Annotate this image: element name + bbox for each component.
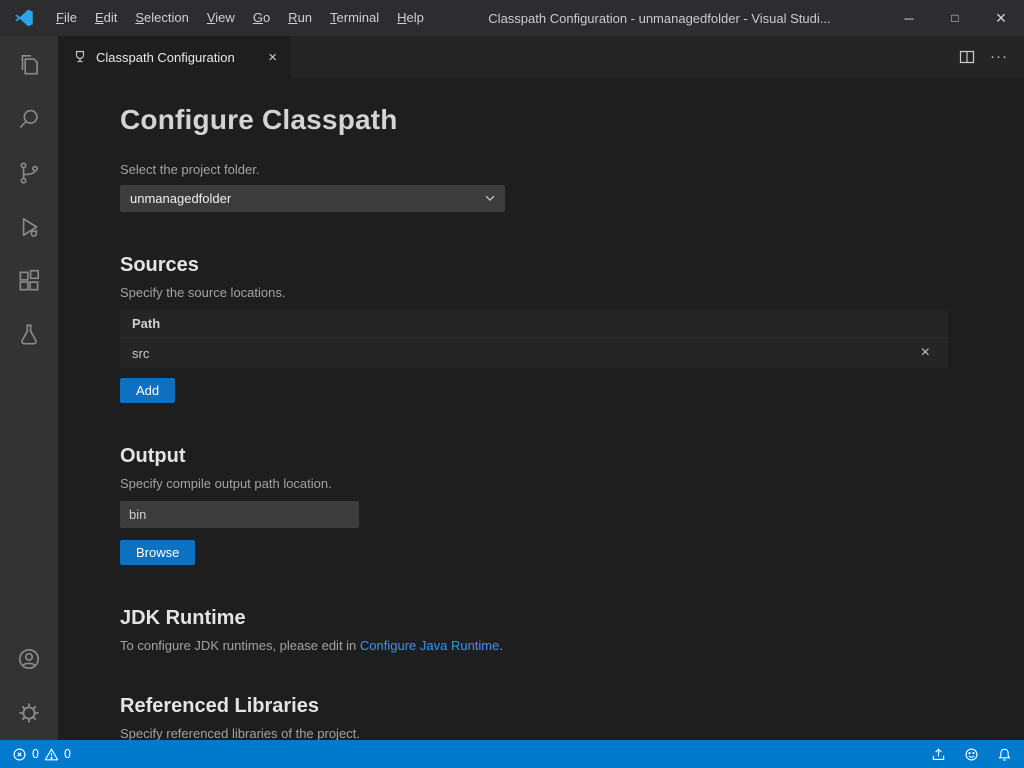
window-controls: ─ □ × <box>886 0 1024 36</box>
warnings-icon <box>44 747 59 762</box>
tab-label: Classpath Configuration <box>96 50 235 65</box>
menu-selection[interactable]: Selection <box>126 0 197 36</box>
maximize-button[interactable]: □ <box>932 0 978 36</box>
menu-help[interactable]: Help <box>388 0 433 36</box>
menu-run[interactable]: Run <box>279 0 321 36</box>
output-heading: Output <box>120 445 948 468</box>
extensions-icon[interactable] <box>0 254 58 308</box>
jdk-runtime-description: To configure JDK runtimes, please edit i… <box>120 638 948 653</box>
status-bar-right <box>931 747 1012 762</box>
source-path-value: src <box>132 346 149 361</box>
output-description: Specify compile output path location. <box>120 476 948 491</box>
source-control-icon[interactable] <box>0 146 58 200</box>
remove-source-icon[interactable]: × <box>915 344 936 362</box>
editor-area: Classpath Configuration × ··· Configure … <box>58 36 1024 740</box>
tab-close-icon[interactable]: × <box>264 49 281 66</box>
sources-table-header: Path <box>120 310 948 338</box>
jdk-runtime-heading: JDK Runtime <box>120 607 948 630</box>
settings-gear-icon[interactable] <box>0 686 58 740</box>
title-bar: File Edit Selection View Go Run Terminal… <box>0 0 1024 36</box>
activity-bar <box>0 36 58 740</box>
window-title: Classpath Configuration - unmanagedfolde… <box>433 11 886 26</box>
project-folder-value: unmanagedfolder <box>130 191 231 206</box>
output-path-input[interactable] <box>120 501 359 528</box>
classpath-configuration-view: Configure Classpath Select the project f… <box>58 78 1024 740</box>
sources-description: Specify the source locations. <box>120 285 948 300</box>
sources-heading: Sources <box>120 254 948 277</box>
menu-terminal[interactable]: Terminal <box>321 0 388 36</box>
jdk-text-after: . <box>499 638 503 653</box>
error-count: 0 <box>32 747 39 761</box>
errors-icon <box>12 747 27 762</box>
menu-view[interactable]: View <box>198 0 244 36</box>
explorer-icon[interactable] <box>0 38 58 92</box>
main-row: Classpath Configuration × ··· Configure … <box>0 36 1024 740</box>
menu-bar: File Edit Selection View Go Run Terminal… <box>47 0 433 36</box>
vscode-window: File Edit Selection View Go Run Terminal… <box>0 0 1024 768</box>
warning-count: 0 <box>64 747 71 761</box>
feedback-icon[interactable] <box>964 747 979 762</box>
search-icon[interactable] <box>0 92 58 146</box>
share-icon[interactable] <box>931 747 946 762</box>
status-bar: 0 0 <box>0 740 1024 768</box>
source-row-src[interactable]: src × <box>120 338 948 368</box>
editor-actions: ··· <box>954 36 1024 78</box>
project-folder-select[interactable]: unmanagedfolder <box>120 185 505 212</box>
add-source-button[interactable]: Add <box>120 378 175 403</box>
classpath-tab-icon <box>72 49 88 65</box>
vscode-logo-icon <box>14 8 34 28</box>
problems-indicator[interactable]: 0 0 <box>8 747 75 762</box>
accounts-icon[interactable] <box>0 632 58 686</box>
path-column-header: Path <box>132 316 160 331</box>
page-title: Configure Classpath <box>120 104 948 136</box>
sources-table: Path src × <box>120 310 948 368</box>
more-actions-icon[interactable]: ··· <box>986 44 1012 70</box>
testing-icon[interactable] <box>0 308 58 362</box>
menu-file[interactable]: File <box>47 0 86 36</box>
configure-java-runtime-link[interactable]: Configure Java Runtime <box>360 638 499 653</box>
tab-classpath-configuration[interactable]: Classpath Configuration × <box>58 36 291 78</box>
menu-go[interactable]: Go <box>244 0 279 36</box>
notifications-bell-icon[interactable] <box>997 747 1012 762</box>
close-window-button[interactable]: × <box>978 0 1024 36</box>
jdk-text-before: To configure JDK runtimes, please edit i… <box>120 638 360 653</box>
chevron-down-icon <box>485 195 495 202</box>
browse-output-button[interactable]: Browse <box>120 540 195 565</box>
referenced-libraries-heading: Referenced Libraries <box>120 695 948 718</box>
minimize-button[interactable]: ─ <box>886 0 932 36</box>
split-editor-icon[interactable] <box>954 44 980 70</box>
project-folder-label: Select the project folder. <box>120 162 948 177</box>
referenced-libraries-description: Specify referenced libraries of the proj… <box>120 726 948 740</box>
editor-tab-bar: Classpath Configuration × ··· <box>58 36 1024 78</box>
run-debug-icon[interactable] <box>0 200 58 254</box>
browse-button-row: Browse <box>120 530 948 565</box>
menu-edit[interactable]: Edit <box>86 0 126 36</box>
